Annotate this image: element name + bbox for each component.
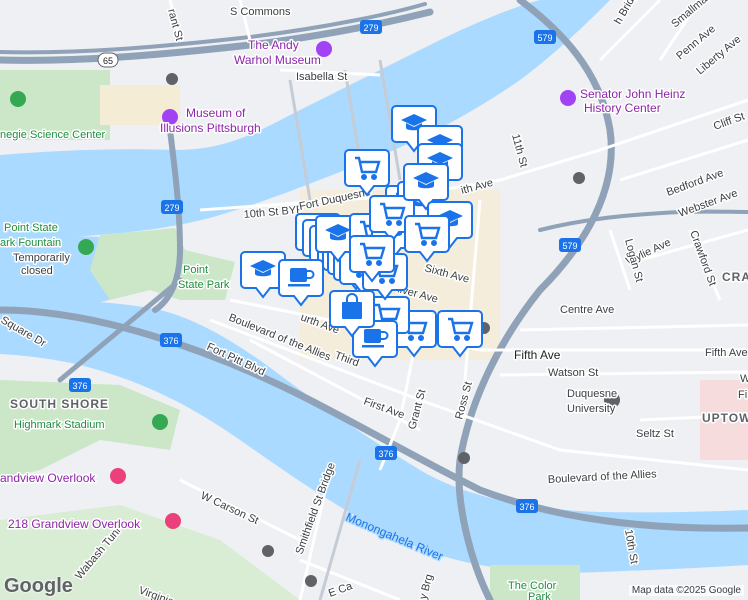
interstate-shield-376-d: 376 xyxy=(516,499,538,513)
label-watson-st: Watson St xyxy=(548,367,598,379)
route-shield-65: 65 xyxy=(97,52,119,68)
svg-text:376: 376 xyxy=(72,381,87,391)
museum-icon-heinz xyxy=(560,90,576,106)
interstate-shield-579-mid: 579 xyxy=(559,238,581,252)
label-science-center: negie Science Center xyxy=(0,129,106,141)
svg-text:376: 376 xyxy=(163,336,178,346)
label-duquesne-2: University xyxy=(567,403,616,415)
label-fifth-ave: Fifth Ave xyxy=(514,348,561,362)
viewpoint-icon-218 xyxy=(165,513,181,529)
svg-text:376: 376 xyxy=(378,449,393,459)
label-fi: Fi xyxy=(738,389,747,401)
label-fifth-ave-east: Fifth Ave xyxy=(705,347,748,359)
label-uptown: UPTOWN xyxy=(702,411,748,425)
map-canvas[interactable]: 279 579 65 279 579 376 376 376 376 S Com… xyxy=(0,0,748,600)
transit-icon-ross xyxy=(458,452,470,464)
label-illusions-1: Museum of xyxy=(186,106,246,120)
label-duquesne-1: Duquesne xyxy=(567,388,617,400)
label-illusions-2: Illusions Pittsburgh xyxy=(160,121,261,135)
label-grandview: andview Overlook xyxy=(0,471,96,485)
label-highmark: Highmark Stadium xyxy=(14,419,104,431)
label-fountain-1: Point State xyxy=(4,222,58,234)
interstate-shield-376-a: 376 xyxy=(160,333,182,347)
label-heinz-1: Senator John Heinz xyxy=(580,87,685,101)
label-fountain-2: ark Fountain xyxy=(0,237,61,249)
label-centre-ave: Centre Ave xyxy=(560,304,614,316)
label-fountain-3: Temporarily xyxy=(13,252,70,264)
label-w: W xyxy=(740,373,748,385)
label-andy-warhol-2: Warhol Museum xyxy=(234,53,321,67)
park-icon-fountain xyxy=(78,239,94,255)
svg-text:279: 279 xyxy=(164,203,179,213)
label-isabella-st: Isabella St xyxy=(296,71,347,83)
svg-text:579: 579 xyxy=(562,241,577,251)
svg-text:376: 376 xyxy=(519,502,534,512)
stadium-icon-highmark xyxy=(152,414,168,430)
label-cra: CRA xyxy=(722,270,748,284)
label-point-park-2: State Park xyxy=(178,279,230,291)
interstate-shield-279-mid: 279 xyxy=(161,200,183,214)
label-heinz-2: History Center xyxy=(584,101,661,115)
svg-text:579: 579 xyxy=(537,33,552,43)
svg-text:279: 279 xyxy=(363,23,378,33)
label-south-shore: SOUTH SHORE xyxy=(10,397,109,411)
interstate-shield-579-top: 579 xyxy=(534,30,556,44)
transit-icon-north xyxy=(166,73,178,85)
label-fountain-4: closed xyxy=(21,265,53,277)
interstate-shield-376-b: 376 xyxy=(69,378,91,392)
transit-icon-station xyxy=(305,575,317,587)
label-grandview-218: 218 Grandview Overlook xyxy=(8,517,141,531)
label-s-commons: S Commons xyxy=(230,6,291,18)
label-seltz-st: Seltz St xyxy=(636,428,674,440)
svg-text:65: 65 xyxy=(103,56,113,66)
park-icon-science xyxy=(10,91,26,107)
transit-icon xyxy=(573,172,585,184)
interstate-shield-279-top: 279 xyxy=(360,20,382,34)
google-logo[interactable]: Google xyxy=(4,575,73,598)
label-color-park-2: Park xyxy=(528,591,551,600)
interstate-shield-376-c: 376 xyxy=(375,446,397,460)
transit-icon-carson xyxy=(262,545,274,557)
label-andy-warhol-1: The Andy xyxy=(248,38,299,52)
label-point-park-1: Point xyxy=(183,264,208,276)
viewpoint-icon-grandview xyxy=(110,468,126,484)
map-credit[interactable]: Map data ©2025 Google xyxy=(628,585,744,596)
